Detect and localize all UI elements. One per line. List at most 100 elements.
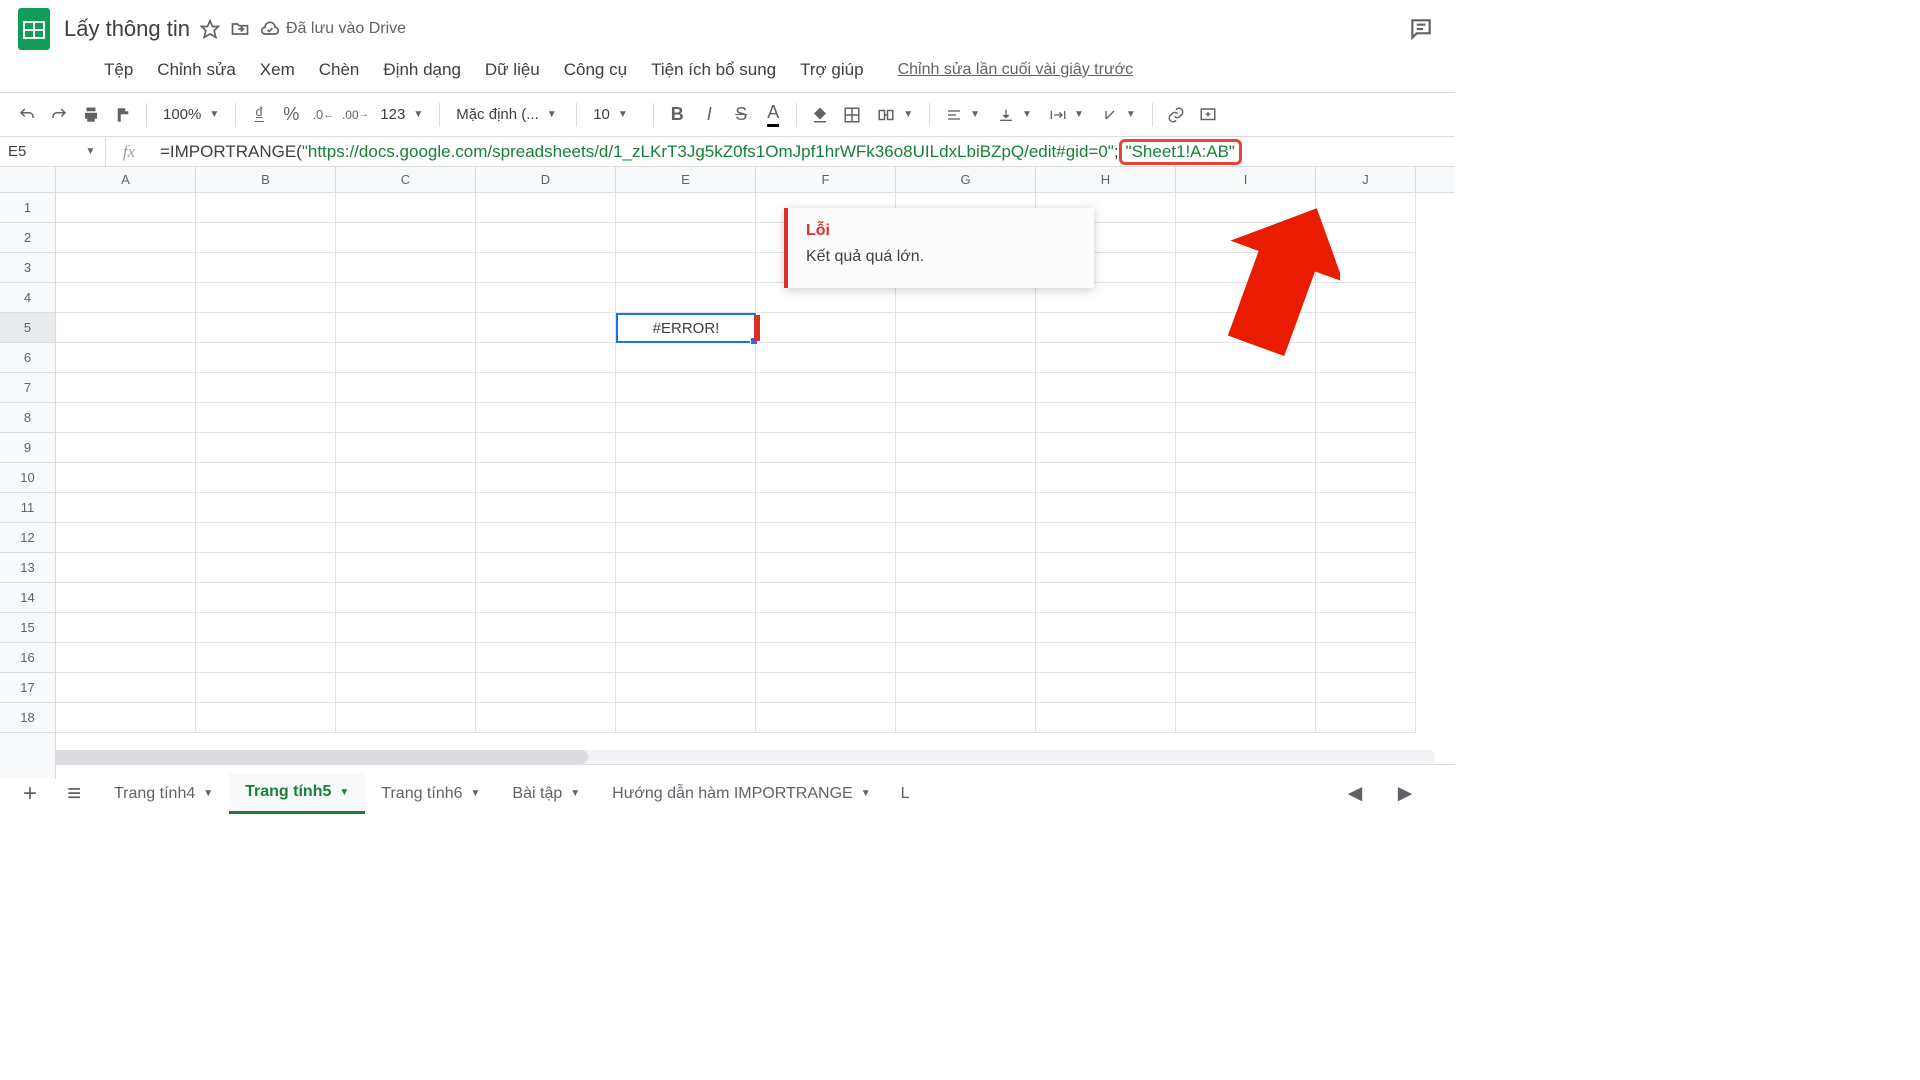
- cell-J7[interactable]: [1316, 373, 1416, 403]
- cell-E2[interactable]: [616, 223, 756, 253]
- cell-D9[interactable]: [476, 433, 616, 463]
- cell-G9[interactable]: [896, 433, 1036, 463]
- cell-G15[interactable]: [896, 613, 1036, 643]
- increase-decimal[interactable]: .00→: [340, 100, 370, 130]
- name-box-dropdown[interactable]: ▼: [76, 137, 106, 166]
- cell-F7[interactable]: [756, 373, 896, 403]
- cell-F14[interactable]: [756, 583, 896, 613]
- row-header-3[interactable]: 3: [0, 253, 55, 283]
- cell-D10[interactable]: [476, 463, 616, 493]
- cell-F8[interactable]: [756, 403, 896, 433]
- cell-C13[interactable]: [336, 553, 476, 583]
- cell-B16[interactable]: [196, 643, 336, 673]
- cell-D4[interactable]: [476, 283, 616, 313]
- cell-B11[interactable]: [196, 493, 336, 523]
- cell-H12[interactable]: [1036, 523, 1176, 553]
- cell-C5[interactable]: [336, 313, 476, 343]
- row-header-7[interactable]: 7: [0, 373, 55, 403]
- cell-F13[interactable]: [756, 553, 896, 583]
- cell-E9[interactable]: [616, 433, 756, 463]
- cell-I13[interactable]: [1176, 553, 1316, 583]
- cell-I14[interactable]: [1176, 583, 1316, 613]
- cell-G13[interactable]: [896, 553, 1036, 583]
- menu-file[interactable]: Tệp: [94, 56, 143, 84]
- cell-E5[interactable]: #ERROR!: [616, 313, 756, 343]
- cell-A10[interactable]: [56, 463, 196, 493]
- scroll-tabs-right-icon[interactable]: ►: [1385, 774, 1425, 814]
- cell-C16[interactable]: [336, 643, 476, 673]
- cell-D17[interactable]: [476, 673, 616, 703]
- sheet-tab-Trang-tính5[interactable]: Trang tính5▼: [229, 773, 365, 814]
- cell-H14[interactable]: [1036, 583, 1176, 613]
- cell-J15[interactable]: [1316, 613, 1416, 643]
- cell-H17[interactable]: [1036, 673, 1176, 703]
- sheet-tab-Hướng-dẫn-hàm-IMPORTRANGE[interactable]: Hướng dẫn hàm IMPORTRANGE▼: [596, 773, 886, 814]
- last-edit-link[interactable]: Chỉnh sửa lần cuối vài giây trước: [898, 61, 1134, 79]
- paint-format-icon[interactable]: [108, 100, 138, 130]
- cell-I17[interactable]: [1176, 673, 1316, 703]
- horizontal-align-dropdown[interactable]: ▼: [938, 100, 988, 130]
- cell-I7[interactable]: [1176, 373, 1316, 403]
- cell-G18[interactable]: [896, 703, 1036, 733]
- row-header-8[interactable]: 8: [0, 403, 55, 433]
- cell-I8[interactable]: [1176, 403, 1316, 433]
- cell-B2[interactable]: [196, 223, 336, 253]
- cell-A9[interactable]: [56, 433, 196, 463]
- cell-E8[interactable]: [616, 403, 756, 433]
- cell-B7[interactable]: [196, 373, 336, 403]
- cell-I15[interactable]: [1176, 613, 1316, 643]
- row-header-11[interactable]: 11: [0, 493, 55, 523]
- cell-C8[interactable]: [336, 403, 476, 433]
- cell-B15[interactable]: [196, 613, 336, 643]
- cell-F6[interactable]: [756, 343, 896, 373]
- cell-A5[interactable]: [56, 313, 196, 343]
- column-header-E[interactable]: E: [616, 167, 756, 192]
- cell-A1[interactable]: [56, 193, 196, 223]
- formula-bar[interactable]: =IMPORTRANGE("https://docs.google.com/sp…: [152, 137, 1455, 166]
- sheet-tab-Trang-tính4[interactable]: Trang tính4▼: [98, 773, 229, 814]
- cell-G7[interactable]: [896, 373, 1036, 403]
- cell-A13[interactable]: [56, 553, 196, 583]
- cell-E18[interactable]: [616, 703, 756, 733]
- text-color-icon[interactable]: A: [758, 100, 788, 130]
- font-size-dropdown[interactable]: 10▼: [585, 100, 645, 130]
- row-header-17[interactable]: 17: [0, 673, 55, 703]
- zoom-dropdown[interactable]: 100%▼: [155, 100, 227, 130]
- row-header-2[interactable]: 2: [0, 223, 55, 253]
- sheet-tab-Bài-tập[interactable]: Bài tập▼: [496, 773, 596, 814]
- cell-A12[interactable]: [56, 523, 196, 553]
- horizontal-scrollbar[interactable]: [24, 750, 1435, 764]
- cell-J18[interactable]: [1316, 703, 1416, 733]
- cell-B6[interactable]: [196, 343, 336, 373]
- cell-J9[interactable]: [1316, 433, 1416, 463]
- cell-B10[interactable]: [196, 463, 336, 493]
- cell-B8[interactable]: [196, 403, 336, 433]
- row-header-5[interactable]: 5: [0, 313, 55, 343]
- cell-E4[interactable]: [616, 283, 756, 313]
- cell-F15[interactable]: [756, 613, 896, 643]
- cell-H13[interactable]: [1036, 553, 1176, 583]
- cell-B1[interactable]: [196, 193, 336, 223]
- menu-data[interactable]: Dữ liệu: [475, 56, 550, 84]
- cell-C3[interactable]: [336, 253, 476, 283]
- cell-A6[interactable]: [56, 343, 196, 373]
- cell-E7[interactable]: [616, 373, 756, 403]
- menu-help[interactable]: Trợ giúp: [790, 56, 873, 84]
- scroll-tabs-left-icon[interactable]: ◄: [1335, 774, 1375, 814]
- column-header-I[interactable]: I: [1176, 167, 1316, 192]
- cell-F17[interactable]: [756, 673, 896, 703]
- star-icon[interactable]: [200, 19, 220, 39]
- font-family-dropdown[interactable]: Mặc định (...▼: [448, 100, 568, 130]
- cell-J10[interactable]: [1316, 463, 1416, 493]
- cell-D11[interactable]: [476, 493, 616, 523]
- cell-G10[interactable]: [896, 463, 1036, 493]
- move-folder-icon[interactable]: [230, 19, 250, 39]
- cell-D3[interactable]: [476, 253, 616, 283]
- cell-G6[interactable]: [896, 343, 1036, 373]
- cell-J17[interactable]: [1316, 673, 1416, 703]
- row-header-4[interactable]: 4: [0, 283, 55, 313]
- fill-color-icon[interactable]: [805, 100, 835, 130]
- row-header-6[interactable]: 6: [0, 343, 55, 373]
- cell-I9[interactable]: [1176, 433, 1316, 463]
- cell-D16[interactable]: [476, 643, 616, 673]
